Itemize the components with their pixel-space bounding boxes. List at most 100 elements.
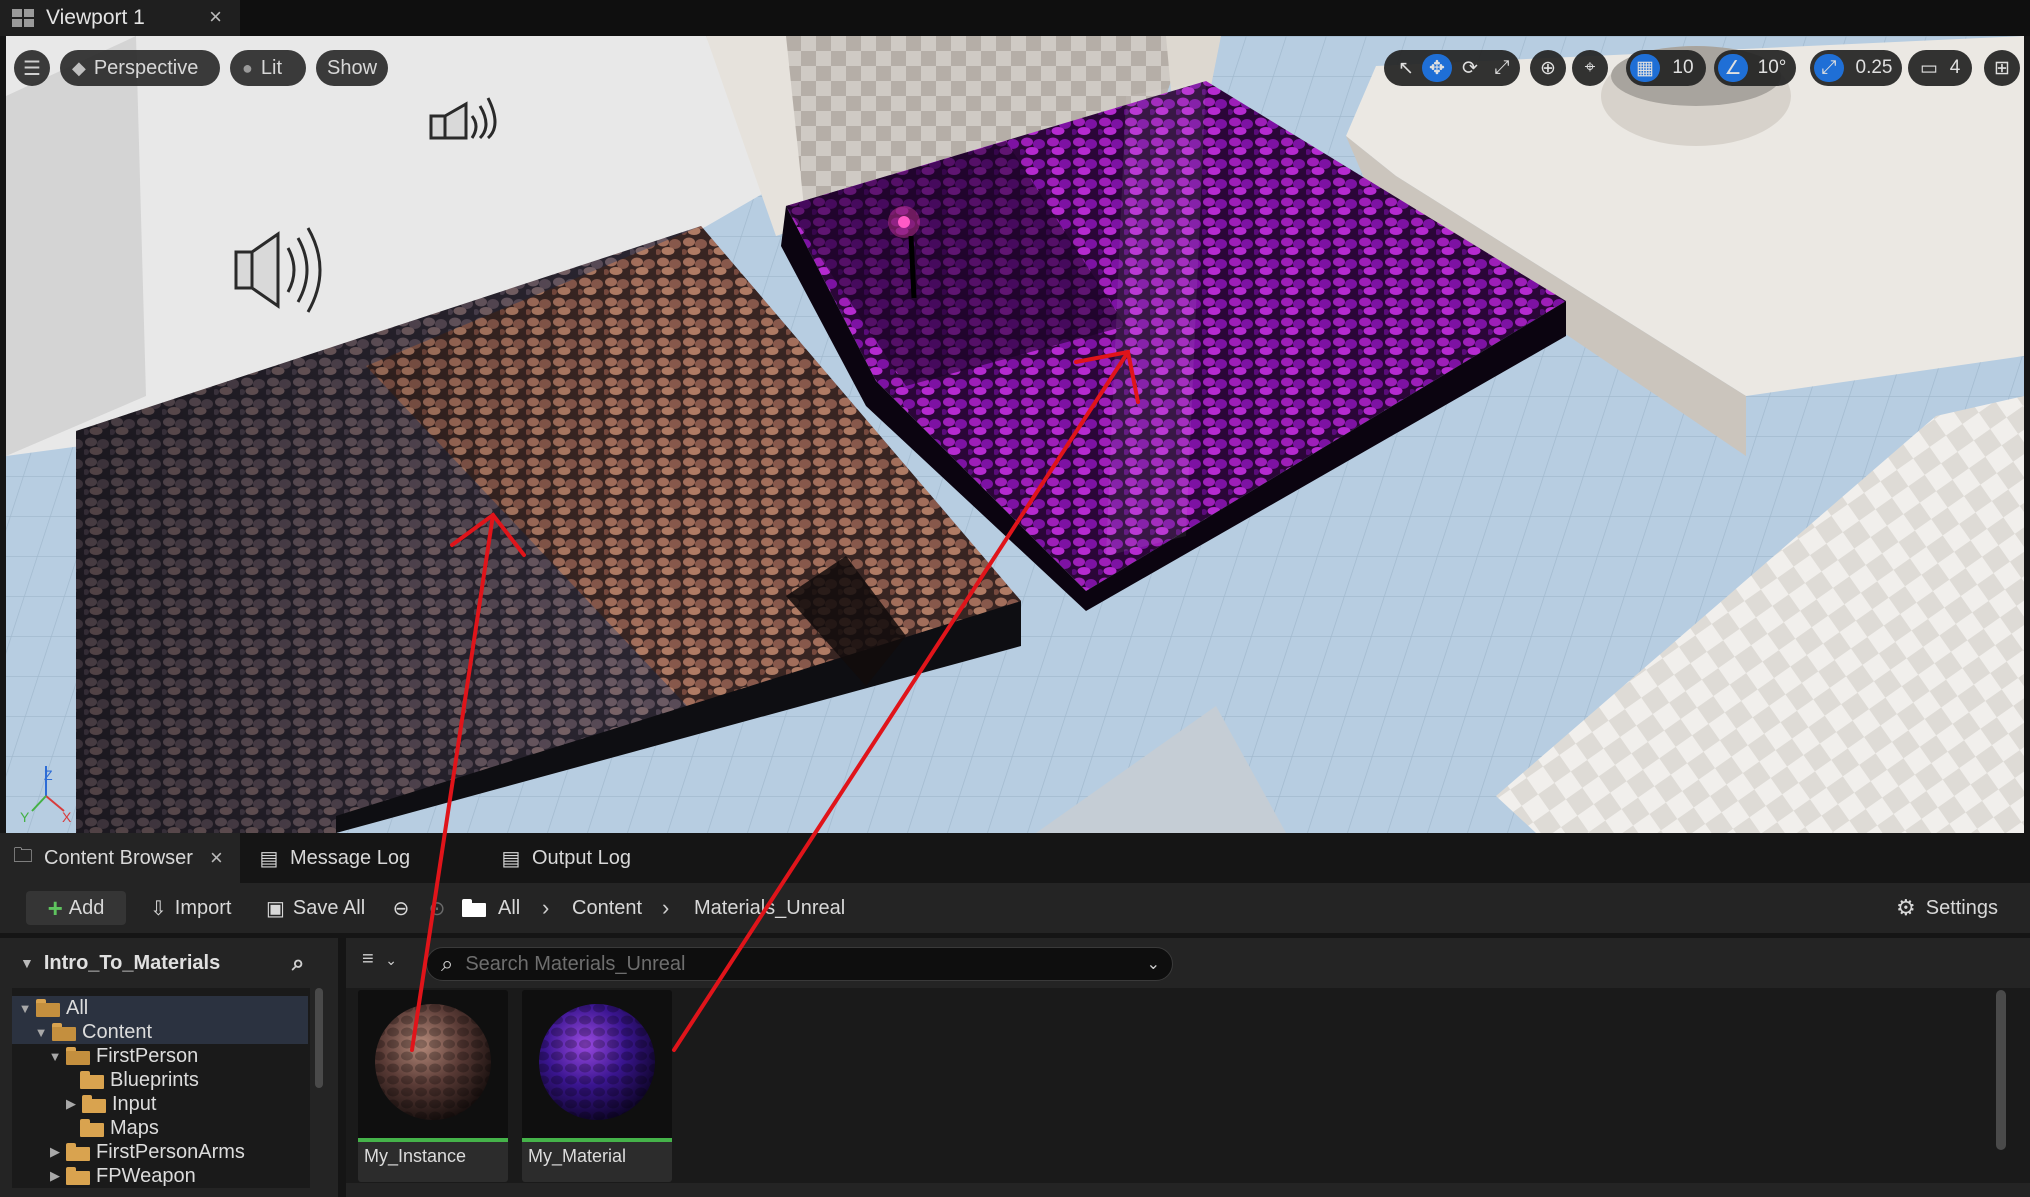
close-icon[interactable]: × [209, 4, 222, 30]
tree-item-blueprints[interactable]: Blueprints [80, 1068, 199, 1092]
expanded-arrow-icon: ▼ [34, 1024, 48, 1040]
sphere-icon: ● [242, 57, 253, 78]
layout-grid-icon: ⊞ [1994, 57, 2010, 79]
collapsed-arrow-icon: ▶ [50, 1144, 60, 1159]
breadcrumb-item-all[interactable]: All [498, 883, 520, 933]
add-button[interactable]: + Add [26, 891, 126, 925]
folder-icon [66, 1143, 90, 1161]
rotate-mode-button[interactable]: ⟳ [1456, 50, 1484, 86]
camera-speed-group[interactable]: ▭ 4 [1908, 50, 1972, 86]
lit-button[interactable]: ● Lit [230, 50, 306, 86]
globe-icon: ⊕ [1540, 57, 1556, 79]
tree-item-label: Maps [110, 1116, 159, 1139]
save-all-label: Save All [292, 896, 366, 919]
history-back-button[interactable]: ⊖ [388, 883, 414, 933]
tree-item-label: FirstPersonArms [96, 1140, 245, 1163]
angle-snap-icon: ∠ [1718, 54, 1748, 82]
surface-snap-icon: ⌖ [1584, 57, 1596, 78]
breadcrumb-chevron-icon: › [662, 895, 670, 920]
tab-output-log[interactable]: ▤ Output Log [500, 833, 700, 883]
camera-icon: ▭ [1920, 57, 1938, 79]
search-icon[interactable]: ⌕ [292, 950, 304, 976]
folder-open-icon [66, 1047, 90, 1065]
breadcrumb-folder-icon [462, 883, 492, 933]
translate-mode-button[interactable]: ✥ [1422, 54, 1452, 82]
filter-button[interactable]: ≡ ⌄ [362, 948, 397, 971]
history-forward-button[interactable]: ⊙ [424, 883, 450, 933]
select-mode-button[interactable]: ↖ [1392, 50, 1420, 86]
chevron-down-icon[interactable]: ⌄ [1147, 954, 1160, 974]
viewport-scene: Z X Y [6, 36, 2024, 833]
axis-label-z: Z [44, 767, 53, 783]
add-label: Add [68, 896, 105, 919]
tree-item-input[interactable]: ▶ Input [64, 1092, 156, 1116]
collapsed-arrow-icon: ▶ [66, 1096, 76, 1111]
scale-snap-group[interactable]: ⤢ 0.25 [1810, 50, 1902, 86]
search-placeholder: Search Materials_Unreal [465, 952, 686, 975]
import-button[interactable]: ⇩ Import [150, 883, 231, 933]
asset-thumbnail [522, 990, 672, 1138]
surface-snap-button[interactable]: ⌖ [1572, 50, 1608, 86]
save-all-button[interactable]: ▣ Save All [266, 883, 365, 933]
level-viewport[interactable]: Z X Y ☰ ◆ Perspective ● Lit Show ↖ ✥ ⟳ ⤢ [6, 36, 2024, 833]
sources-panel: ▼ Intro_To_Materials ⌕ ▼ All ▼ Content ▼… [0, 938, 338, 1197]
search-icon: ⌕ [441, 951, 454, 976]
tree-item-label: Input [112, 1092, 157, 1115]
breadcrumb-item-content[interactable]: Content [572, 883, 642, 933]
editor-window: Viewport 1 × Z X Y ☰ ◆ Perspective ● Lit… [0, 0, 2030, 1197]
folder-icon [80, 1071, 104, 1089]
filter-icon: ≡ [362, 948, 374, 970]
asset-view: ≡ ⌄ ⌕ Search Materials_Unreal ⌄ My_Insta… [346, 938, 2030, 1197]
viewport-layout-button[interactable]: ⊞ [1984, 50, 2020, 86]
grid-snap-group[interactable]: ▦ 10 [1626, 50, 1706, 86]
breadcrumb-item-materials-unreal[interactable]: Materials_Unreal [694, 883, 845, 933]
lit-label: Lit [260, 56, 282, 79]
viewport-tab[interactable]: Viewport 1 × [0, 0, 240, 36]
rotation-snap-group[interactable]: ∠ 10° [1714, 50, 1796, 86]
tree-item-maps[interactable]: Maps [80, 1116, 159, 1140]
folder-open-icon [52, 1023, 76, 1041]
scale-snap-value: 0.25 [1855, 57, 1893, 78]
asset-tile-my-instance[interactable]: My_Instance [358, 990, 508, 1182]
top-tab-bar: Viewport 1 × [0, 0, 2030, 36]
tab-message-log-label: Message Log [290, 846, 411, 869]
tree-item-firstperson[interactable]: ▼ FirstPerson [48, 1044, 199, 1068]
tree-scrollbar[interactable] [315, 988, 323, 1088]
scale-snap-icon: ⤢ [1814, 54, 1844, 82]
tab-content-browser[interactable]: 🗀 Content Browser × [0, 833, 240, 883]
tree-item-firstpersonarms[interactable]: ▶ FirstPersonArms [48, 1140, 245, 1164]
asset-scrollbar[interactable] [1996, 990, 2006, 1150]
import-icon: ⇩ [150, 897, 167, 920]
folder-open-icon [36, 999, 60, 1017]
world-local-button[interactable]: ⊕ [1530, 50, 1566, 86]
hamburger-icon: ☰ [23, 57, 41, 80]
scale-mode-button[interactable]: ⤢ [1488, 50, 1516, 86]
tab-message-log[interactable]: ▤ Message Log [258, 833, 458, 883]
close-icon[interactable]: × [210, 845, 223, 871]
asset-name: My_Instance [364, 1146, 467, 1166]
camera-speed-value: 4 [1949, 57, 1961, 78]
project-name: Intro_To_Materials [43, 951, 221, 974]
show-button[interactable]: Show [316, 50, 388, 86]
asset-tile-my-material[interactable]: My_Material [522, 990, 672, 1182]
settings-button[interactable]: ⚙ Settings [1896, 883, 1998, 933]
sources-header[interactable]: ▼ Intro_To_Materials ⌕ [0, 938, 338, 988]
tree-item-all[interactable]: ▼ All [12, 996, 308, 1020]
tree-item-fpweapon[interactable]: ▶ FPWeapon [48, 1164, 196, 1188]
content-browser-icon: 🗀 [13, 845, 33, 867]
viewport-menu-button[interactable]: ☰ [14, 50, 50, 86]
axis-label-x: X [62, 809, 72, 825]
grid-snap-icon: ▦ [1630, 54, 1660, 82]
transform-tools: ↖ ✥ ⟳ ⤢ [1384, 50, 1520, 86]
perspective-button[interactable]: ◆ Perspective [60, 50, 220, 86]
tree-item-label: Content [82, 1020, 153, 1043]
tree-item-content[interactable]: ▼ Content [12, 1020, 308, 1044]
import-label: Import [174, 896, 232, 919]
cursor-icon: ↖ [1398, 57, 1414, 79]
tree-item-label: FPWeapon [96, 1164, 196, 1187]
bottom-tab-bar: 🗀 Content Browser × ▤ Message Log ▤ Outp… [0, 833, 2030, 883]
search-input[interactable]: ⌕ Search Materials_Unreal ⌄ [426, 947, 1173, 981]
folder-icon [66, 1167, 90, 1185]
tree-item-label: All [66, 996, 89, 1019]
axis-label-y: Y [20, 809, 30, 825]
